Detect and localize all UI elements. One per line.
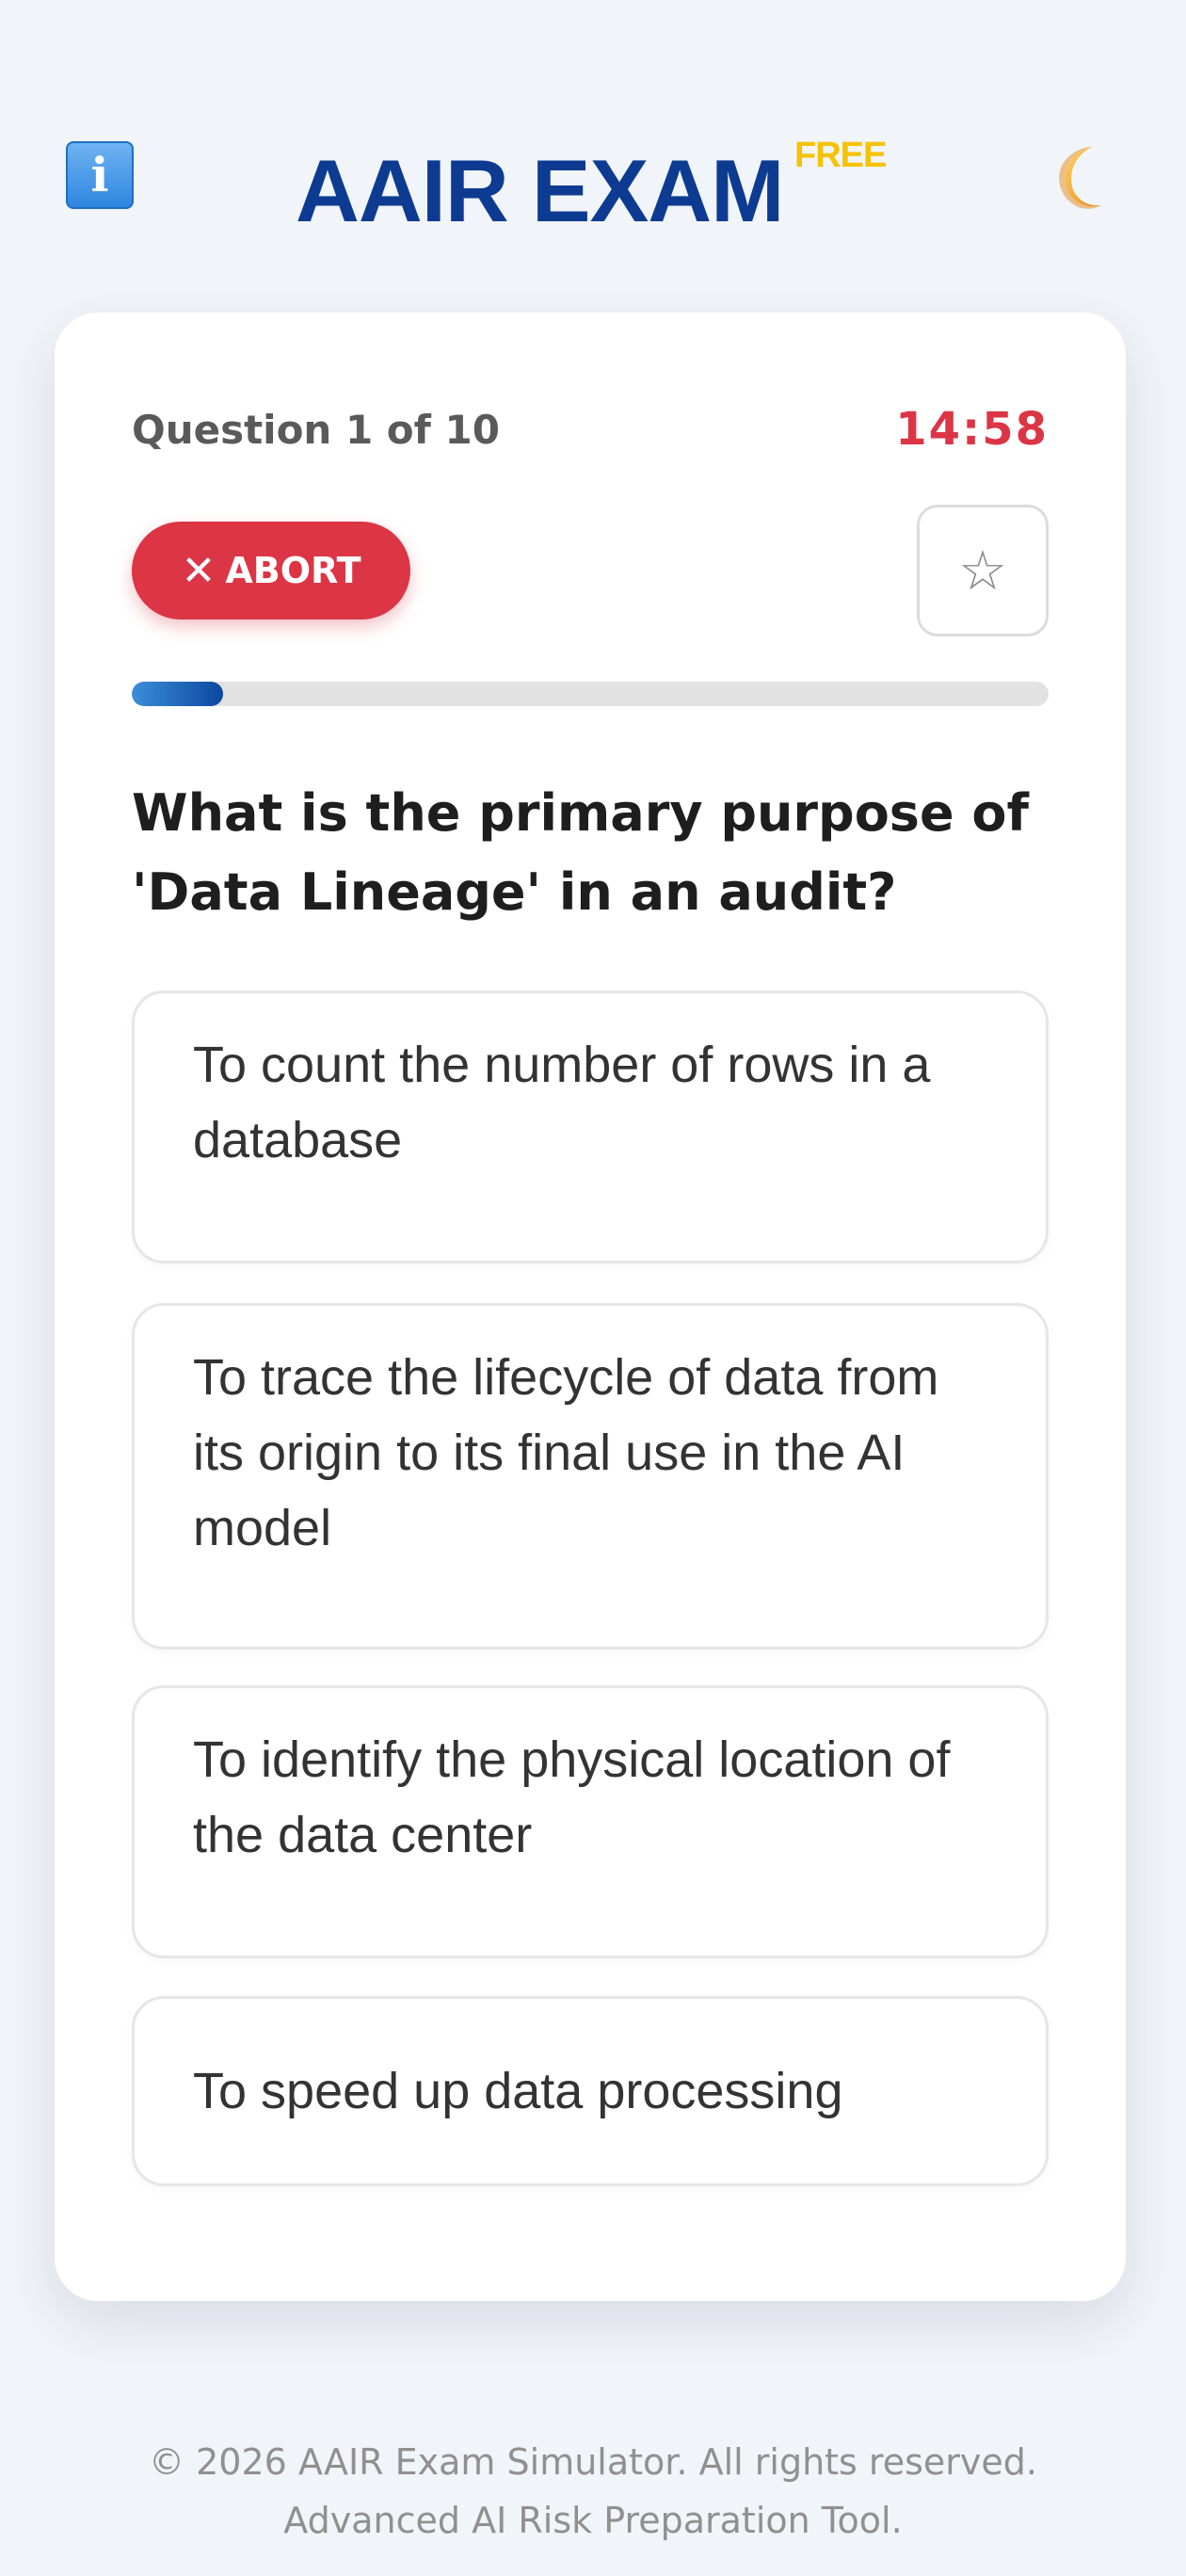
close-icon: ✕ xyxy=(181,546,216,595)
answer-option-label: To identify the physical location of the… xyxy=(193,1731,951,1863)
bookmark-button[interactable]: ☆ xyxy=(917,505,1049,636)
answer-option-label: To speed up data processing xyxy=(193,2063,843,2119)
progress-bar xyxy=(132,682,1049,706)
copyright-text: © 2026 AAIR Exam Simulator. All rights r… xyxy=(149,2441,1037,2483)
answer-option-label: To count the number of rows in a databas… xyxy=(193,1037,931,1168)
tagline-text: Advanced AI Risk Preparation Tool. xyxy=(283,2500,903,2541)
moon-svg xyxy=(1059,147,1101,209)
info-icon[interactable]: i xyxy=(66,141,134,209)
page: i AAIR EXAM FREE Question 1 of 10 14:58 … xyxy=(0,0,1186,2576)
abort-label: ABORT xyxy=(225,550,361,591)
abort-button[interactable]: ✕ ABORT xyxy=(132,522,410,620)
progress-fill xyxy=(132,682,224,706)
question-counter: Question 1 of 10 xyxy=(132,407,500,453)
answer-option-label: To trace the lifecycle of data from its … xyxy=(193,1349,939,1556)
answer-option-1[interactable]: To count the number of rows in a databas… xyxy=(132,990,1049,1264)
app-header: i AAIR EXAM FREE xyxy=(0,132,1186,245)
answer-option-4[interactable]: To speed up data processing xyxy=(132,1996,1049,2186)
quiz-card: Question 1 of 10 14:58 ✕ ABORT ☆ What is… xyxy=(55,313,1126,2301)
countdown-timer: 14:58 xyxy=(895,403,1049,456)
star-outline-icon: ☆ xyxy=(958,539,1007,603)
crescent-moon-icon[interactable] xyxy=(1043,139,1118,215)
info-glyph: i xyxy=(90,147,109,202)
free-badge: FREE xyxy=(794,136,887,175)
answer-option-3[interactable]: To identify the physical location of the… xyxy=(132,1685,1049,1958)
question-text: What is the primary purpose of 'Data Lin… xyxy=(132,783,1029,922)
app-title: AAIR EXAM xyxy=(296,141,784,240)
answer-option-2[interactable]: To trace the lifecycle of data from its … xyxy=(132,1303,1049,1650)
footer: © 2026 AAIR Exam Simulator. All rights r… xyxy=(0,2433,1186,2550)
